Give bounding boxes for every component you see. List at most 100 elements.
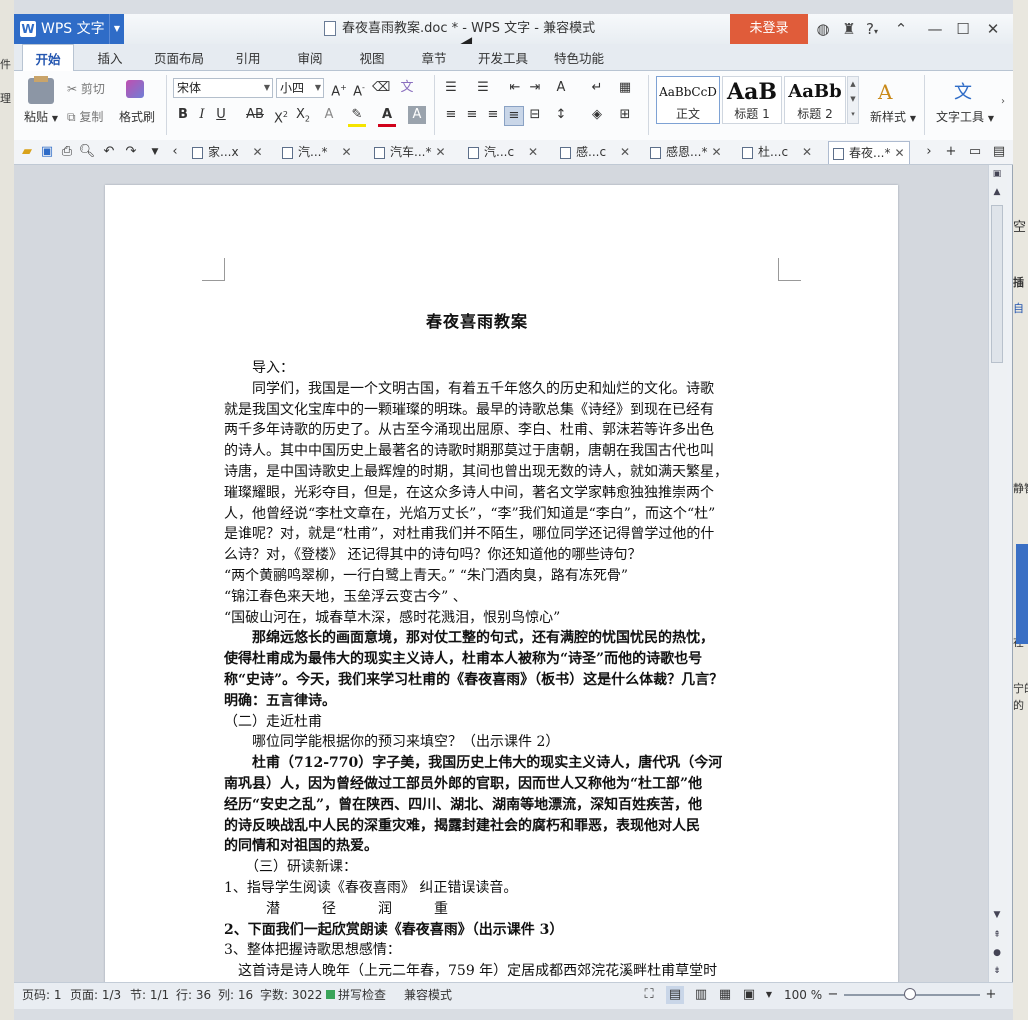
grow-font-icon[interactable]: A+ (330, 79, 348, 99)
decrease-indent-icon[interactable]: ⇤ (506, 79, 524, 97)
help-icon[interactable]: ?▾ (860, 14, 884, 44)
tab-developer[interactable]: 开发工具 (472, 44, 534, 70)
text-effect-icon[interactable]: A (320, 106, 338, 124)
status-word-count[interactable]: 字数: 3022 (260, 982, 322, 1008)
font-name-select[interactable]: 宋体 ▼ (173, 78, 273, 98)
print-preview-icon[interactable]: 🔍︎ (78, 143, 96, 161)
close-tab-icon[interactable]: ✕ (894, 146, 904, 160)
new-style-button[interactable]: 新样式 ▼ (870, 108, 916, 125)
font-color-icon[interactable]: A (378, 106, 396, 127)
doc-tab[interactable]: 汽...* ✕ (282, 141, 352, 163)
align-center-icon[interactable]: ≡ (463, 106, 481, 124)
tab-references[interactable]: 引用 (224, 44, 272, 70)
phonetic-guide-icon[interactable]: 文 (398, 79, 416, 97)
outline-view-icon[interactable]: ▥ (692, 986, 710, 1004)
numbered-list-icon[interactable]: ☰ (474, 79, 492, 97)
doc-tab[interactable]: 汽...c ✕ (468, 141, 538, 163)
underline-icon[interactable]: U (212, 106, 230, 124)
bullet-list-icon[interactable]: ☰ (442, 79, 460, 97)
shading-icon[interactable]: ◈ (588, 106, 606, 124)
close-tab-icon[interactable]: ✕ (253, 145, 263, 159)
tab-review[interactable]: 审阅 (286, 44, 334, 70)
align-left-icon[interactable]: ≡ (442, 106, 460, 124)
style-heading-1[interactable]: AaB 标题 1 (722, 76, 782, 124)
scroll-down-icon[interactable]: ▼ (989, 908, 1005, 922)
view-dropdown-icon[interactable]: ▼ (760, 986, 778, 1004)
char-shading-icon[interactable]: A (408, 106, 426, 124)
doc-tab[interactable]: 家...x ✕ (192, 141, 263, 163)
align-right-icon[interactable]: ≡ (484, 106, 502, 124)
tab-list-icon[interactable]: ▭ (966, 143, 984, 161)
close-tab-icon[interactable]: ✕ (435, 145, 445, 159)
format-painter-icon[interactable] (126, 80, 144, 98)
line-spacing-icon[interactable]: ↕ (552, 106, 570, 124)
shrink-font-icon[interactable]: A- (350, 79, 368, 99)
tab-page-layout[interactable]: 页面布局 (148, 44, 210, 70)
new-tab-icon[interactable]: + (942, 143, 960, 161)
tab-features[interactable]: 特色功能 (548, 44, 610, 70)
status-page-number[interactable]: 页码: 1 (22, 982, 62, 1008)
style-heading-2[interactable]: AaBb 标题 2 (784, 76, 846, 124)
tab-sections[interactable]: 章节 (410, 44, 458, 70)
scrollbar-thumb[interactable] (991, 205, 1003, 363)
copy-button[interactable]: ⧉ 复制 (67, 108, 103, 125)
close-tab-icon[interactable]: ✕ (711, 145, 721, 159)
ribbon-scroll-right-icon[interactable]: › (1001, 96, 1005, 107)
tab-menu-icon[interactable]: ▤ (990, 143, 1008, 161)
scroll-up-icon[interactable]: ▲ (989, 185, 1005, 199)
font-size-select[interactable]: 小四 ▼ (276, 78, 324, 98)
redo-icon[interactable]: ↷ (122, 143, 140, 161)
open-icon[interactable]: ▰ (18, 143, 36, 161)
cut-button[interactable]: ✂ 剪切 (67, 80, 105, 97)
style-normal[interactable]: AaBbCcD 正文 (656, 76, 720, 124)
increase-indent-icon[interactable]: ⇥ (526, 79, 544, 97)
strikethrough-icon[interactable]: AB (244, 106, 266, 124)
save-icon[interactable]: ▣ (38, 143, 56, 161)
text-tools-button[interactable]: 文字工具 ▼ (936, 108, 994, 125)
minimize-icon[interactable]: — (922, 14, 948, 44)
doc-tab-active[interactable]: 春夜...* ✕ (828, 141, 910, 164)
web-view-icon[interactable]: ▦ (716, 986, 734, 1004)
next-page-icon[interactable]: ⇟ (989, 964, 1005, 978)
doc-tab[interactable]: 感恩...* ✕ (650, 141, 722, 163)
print-icon[interactable]: ⎙ (58, 143, 76, 161)
undo-icon[interactable]: ↶ (100, 143, 118, 161)
quick-access-dropdown-icon[interactable]: ▼ (146, 143, 164, 161)
new-style-icon[interactable]: A (878, 80, 892, 104)
select-browse-object-icon[interactable]: ● (989, 946, 1005, 960)
page-view-icon[interactable]: ▤ (666, 986, 684, 1004)
restore-icon[interactable]: ☐ (950, 14, 976, 44)
tabs-scroll-left-icon[interactable]: ‹ (166, 143, 184, 161)
wps-app-menu-button[interactable]: W WPS 文字 ▼ (14, 14, 124, 44)
subscript-icon[interactable]: X2 (294, 106, 312, 124)
close-icon[interactable]: ✕ (980, 14, 1006, 44)
reading-view-icon[interactable]: ▣ (740, 986, 758, 1004)
highlight-icon[interactable]: ✎ (348, 106, 366, 127)
close-tab-icon[interactable]: ✕ (802, 145, 812, 159)
close-tab-icon[interactable]: ✕ (528, 145, 538, 159)
format-painter-button[interactable]: 格式刷 (119, 108, 155, 125)
clear-format-icon[interactable]: ⌫ (372, 79, 390, 97)
doc-tab[interactable]: 感...c ✕ (560, 141, 630, 163)
italic-icon[interactable]: I (193, 106, 211, 124)
text-tools-icon[interactable]: 文 (954, 78, 972, 104)
style-gallery-scroll[interactable]: ▲ ▼ ▾ (847, 76, 859, 124)
tab-home[interactable]: 开始 (22, 44, 74, 72)
zoom-slider-handle[interactable] (904, 988, 916, 1000)
bold-icon[interactable]: B (174, 106, 192, 124)
distribute-icon[interactable]: ⊟ (526, 106, 544, 124)
table-icon[interactable]: ▦ (616, 79, 634, 97)
chevron-down-icon[interactable]: ▼ (109, 14, 124, 44)
skin-icon[interactable]: ♜ (836, 14, 862, 44)
feedback-icon[interactable]: ◍ (810, 14, 836, 44)
login-button[interactable]: 未登录 (730, 14, 808, 44)
tab-view[interactable]: 视图 (348, 44, 396, 70)
close-tab-icon[interactable]: ✕ (620, 145, 630, 159)
ruler-toggle-icon[interactable]: ▣ (989, 167, 1005, 181)
border-icon[interactable]: ⊞ (616, 106, 634, 124)
chinese-layout-icon[interactable]: A (552, 79, 570, 97)
previous-page-icon[interactable]: ⇞ (989, 928, 1005, 942)
superscript-icon[interactable]: X2 (272, 106, 290, 126)
show-marks-icon[interactable]: ↵ (588, 79, 606, 97)
align-justify-icon[interactable]: ≡ (504, 106, 524, 126)
